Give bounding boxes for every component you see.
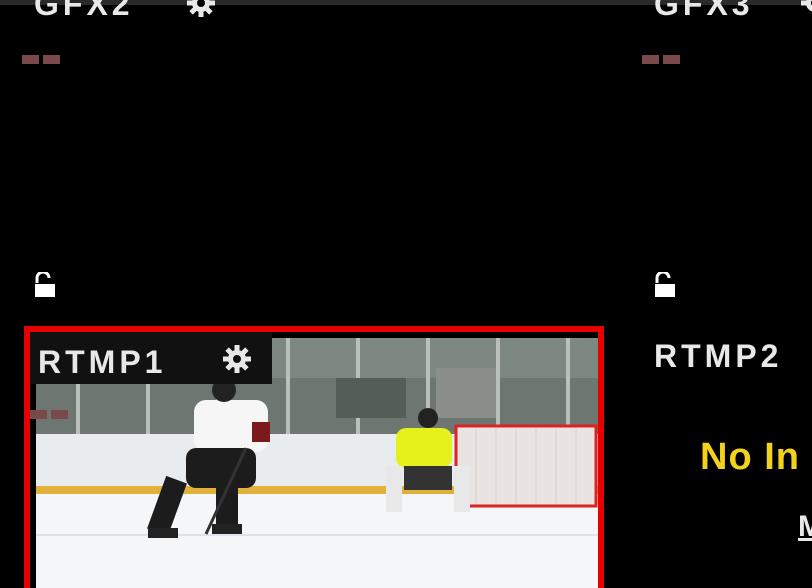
unlocked-padlock-icon[interactable] [34,272,56,298]
tile-label-gfx2: GFX2 [34,0,134,22]
input-link[interactable]: M [798,510,812,544]
unlocked-padlock-icon[interactable] [654,272,676,298]
rtmp1-tile-active[interactable]: RTMP1 [24,326,604,588]
gear-icon[interactable] [800,0,812,18]
gear-icon[interactable] [186,0,216,18]
no-input-status: No In [700,436,800,478]
audio-meter [30,410,68,419]
tile-label-rtmp1: RTMP1 [38,344,167,380]
tile-label-gfx3: GFX3 [654,0,754,22]
tile-label-rtmp2: RTMP2 [654,338,783,374]
audio-meter [22,55,60,64]
audio-meter [642,55,680,64]
gear-icon[interactable] [222,344,252,374]
